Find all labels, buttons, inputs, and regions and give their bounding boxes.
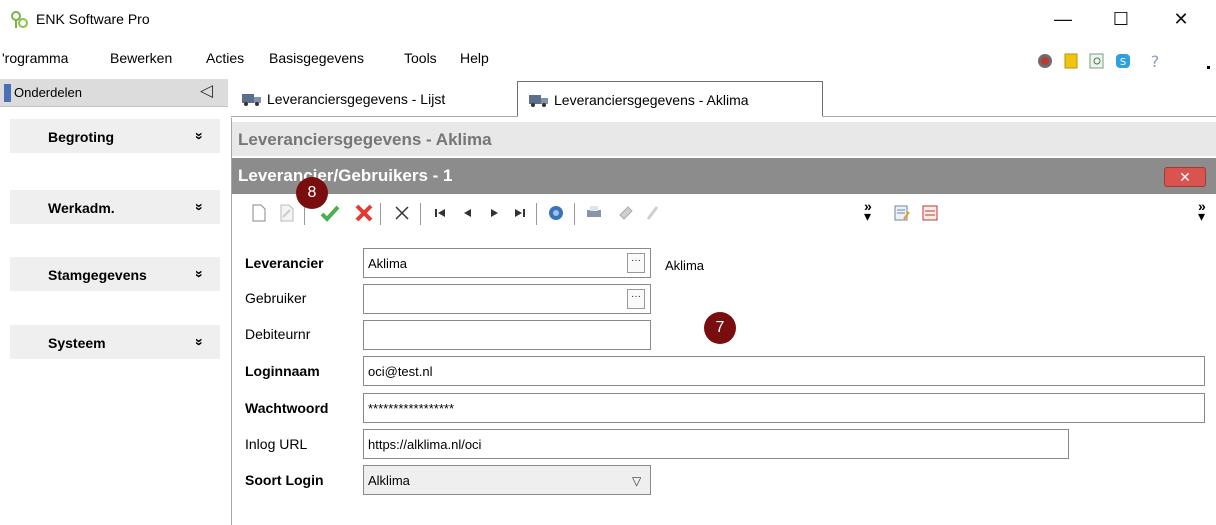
collapse-nav-icon[interactable]: ◁ xyxy=(200,81,213,101)
leverancier-lookup-button[interactable]: ··· xyxy=(627,253,645,273)
step-badge-7: 7 xyxy=(704,312,736,344)
menu-programma[interactable]: 'rogramma xyxy=(2,50,68,66)
expand-chevron-icon[interactable]: » xyxy=(192,270,208,278)
record-toolbar: » ▾ » ▾ xyxy=(232,195,1216,231)
minimize-button[interactable]: — xyxy=(1040,2,1086,36)
link-icon[interactable] xyxy=(616,203,636,223)
toolbar-overflow-icon[interactable]: » ▾ xyxy=(864,199,872,223)
close-subpanel-button[interactable]: ✕ xyxy=(1164,167,1206,187)
nav-group-label: Werkadm. xyxy=(48,200,115,216)
tab-strip: Leveranciersgegevens - Lijst Leverancier… xyxy=(231,81,1216,117)
globe-icon[interactable] xyxy=(1036,52,1054,70)
expand-chevron-icon[interactable]: » xyxy=(192,338,208,346)
inlog-url-field[interactable] xyxy=(363,429,1069,459)
cancel-x-icon[interactable] xyxy=(354,203,374,223)
tab-leveranciersgegevens-lijst[interactable]: Leveranciersgegevens - Lijst xyxy=(231,81,515,117)
last-record-icon[interactable] xyxy=(510,203,530,223)
save-checkmark-icon[interactable] xyxy=(320,203,340,223)
prev-record-icon[interactable] xyxy=(458,203,478,223)
nav-header: Onderdelen ◁ xyxy=(0,79,228,107)
expand-chevron-icon[interactable]: » xyxy=(192,132,208,140)
wachtwoord-field[interactable] xyxy=(363,393,1205,423)
tab-label: Leveranciersgegevens - Aklima xyxy=(554,92,749,108)
soort-login-value: Alklima xyxy=(368,473,410,488)
page-title: Leveranciersgegevens - Aklima xyxy=(238,130,492,149)
first-record-icon[interactable] xyxy=(430,203,450,223)
nav-group-systeem[interactable]: Systeem » xyxy=(10,325,220,359)
loginnaam-field[interactable] xyxy=(363,356,1205,386)
subpanel-title: Leverancier/Gebruikers - 1 xyxy=(238,166,453,185)
gebruiker-lookup-button[interactable]: ··· xyxy=(627,289,645,309)
menu-basisgegevens[interactable]: Basisgegevens xyxy=(269,50,364,66)
toolbar-separator xyxy=(574,203,575,225)
truck-icon xyxy=(529,95,548,107)
nav-group-label: Begroting xyxy=(48,129,115,145)
new-icon[interactable] xyxy=(248,203,268,223)
subpanel-header: Leverancier/Gebruikers - 1 ✕ xyxy=(232,158,1216,194)
menu-tools[interactable]: Tools xyxy=(404,50,437,66)
chevron-down-icon[interactable]: ▽ xyxy=(632,474,641,488)
tab-leveranciersgegevens-aklima[interactable]: Leveranciersgegevens - Aklima xyxy=(517,81,823,117)
nav-group-stamgegevens[interactable]: Stamgegevens » xyxy=(10,257,220,291)
next-record-icon[interactable] xyxy=(484,203,504,223)
attach-icon[interactable] xyxy=(642,203,662,223)
nav-group-label: Systeem xyxy=(48,335,106,351)
soort-login-select[interactable]: Alklima xyxy=(363,465,651,495)
delete-icon[interactable] xyxy=(392,203,412,223)
find-icon[interactable] xyxy=(1088,52,1106,70)
list-icon[interactable] xyxy=(920,203,940,223)
title-bar: ENK Software Pro — ☐ ✕ xyxy=(0,0,1216,40)
help-icon[interactable]: ? xyxy=(1146,52,1164,70)
tab-label: Leveranciersgegevens - Lijst xyxy=(267,91,446,107)
wachtwoord-label: Wachtwoord xyxy=(245,400,329,416)
debiteurnr-label: Debiteurnr xyxy=(245,326,311,342)
nav-group-label: Stamgegevens xyxy=(48,267,147,283)
inlog-url-label: Inlog URL xyxy=(245,436,308,452)
nav-header-label: Onderdelen xyxy=(14,85,82,100)
leverancier-description: Aklima xyxy=(665,258,705,273)
truck-icon xyxy=(242,94,261,106)
skype-icon[interactable]: S xyxy=(1114,52,1132,70)
svg-text:?: ? xyxy=(1151,52,1160,70)
page-header: Leveranciersgegevens - Aklima xyxy=(232,122,1216,156)
edit-icon[interactable] xyxy=(276,203,296,223)
gebruiker-field[interactable] xyxy=(363,284,651,314)
expand-chevron-icon[interactable]: » xyxy=(192,203,208,211)
menu-help[interactable]: Help xyxy=(460,50,489,66)
toolbar-overflow-right-icon[interactable]: » ▾ xyxy=(1198,199,1206,223)
maximize-button[interactable]: ☐ xyxy=(1098,2,1144,36)
leverancier-label: Leverancier xyxy=(245,255,324,271)
toolbar-separator xyxy=(420,203,421,225)
gebruiker-label: Gebruiker xyxy=(245,290,307,306)
app-title: ENK Software Pro xyxy=(36,11,150,27)
menu-bar: 'rogramma Bewerken Acties Basisgegevens … xyxy=(0,44,1216,72)
form-edit-icon[interactable] xyxy=(892,203,912,223)
debiteurnr-field[interactable] xyxy=(363,320,651,350)
nav-group-begroting[interactable]: Begroting » xyxy=(10,119,220,153)
nav-group-werkadm[interactable]: Werkadm. » xyxy=(10,190,220,224)
menu-more-icon[interactable] xyxy=(1204,60,1214,70)
close-window-button[interactable]: ✕ xyxy=(1158,2,1204,36)
toolbar-separator xyxy=(380,203,381,225)
menu-acties[interactable]: Acties xyxy=(206,50,244,66)
panel-icon xyxy=(4,84,11,102)
print-icon[interactable] xyxy=(584,203,604,223)
nav-panel: Begroting » Werkadm. » Stamgegevens » Sy… xyxy=(0,107,228,525)
soort-login-label: Soort Login xyxy=(245,472,324,488)
toolbar-separator xyxy=(536,203,537,225)
app-logo-icon xyxy=(11,11,28,28)
svg-text:S: S xyxy=(1120,57,1126,68)
loginnaam-label: Loginnaam xyxy=(245,363,320,379)
refresh-icon[interactable] xyxy=(546,203,566,223)
leverancier-field[interactable] xyxy=(363,248,651,278)
notebook-icon[interactable] xyxy=(1062,52,1080,70)
step-badge-8: 8 xyxy=(296,177,328,209)
menu-bewerken[interactable]: Bewerken xyxy=(110,50,172,66)
